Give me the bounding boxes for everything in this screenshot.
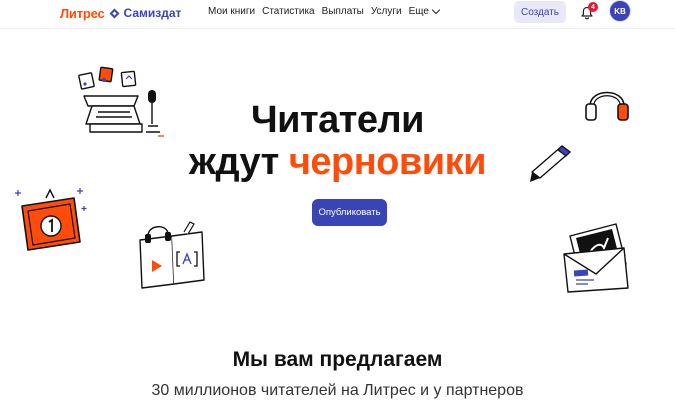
user-avatar[interactable]: KB — [609, 0, 631, 22]
litres-samizdat-logo[interactable]: Литрес Самиздат — [60, 5, 181, 21]
nav-more-dropdown[interactable]: Еще — [408, 5, 441, 17]
logo-product: Самиздат — [123, 6, 182, 20]
publish-button[interactable]: Опубликовать — [312, 199, 387, 226]
pen-illustration — [530, 145, 571, 182]
medal-frame-illustration — [15, 188, 87, 251]
notification-badge: 4 — [588, 2, 598, 12]
logo-diamond-icon — [109, 8, 119, 18]
create-button[interactable]: Создать — [514, 1, 566, 23]
nav-more-label: Еще — [408, 6, 429, 17]
hero-title-prefix: ждут — [189, 141, 289, 183]
hero-title-accent: черновики — [288, 141, 487, 183]
chevron-down-icon — [431, 5, 441, 15]
nav-statistics[interactable]: Статистика — [262, 6, 315, 17]
offer-title: Мы вам предлагаем — [232, 348, 443, 371]
nav-services[interactable]: Услуги — [371, 6, 402, 17]
main-nav: Мои книги Статистика Выплаты Услуги Еще — [208, 5, 446, 17]
nav-payouts[interactable]: Выплаты — [322, 6, 364, 17]
headphones-illustration — [585, 91, 629, 121]
typewriter-illustration — [78, 66, 164, 137]
top-header: Литрес Самиздат Мои книги Статистика Вып… — [0, 0, 675, 29]
offer-subtitle: 30 миллионов читателей на Литрес и у пар… — [151, 382, 524, 399]
audiobook-illustration — [139, 221, 205, 289]
nav-my-books[interactable]: Мои книги — [208, 6, 255, 17]
logo-brand: Литрес — [60, 5, 105, 21]
photo-envelope-illustration — [563, 223, 629, 293]
